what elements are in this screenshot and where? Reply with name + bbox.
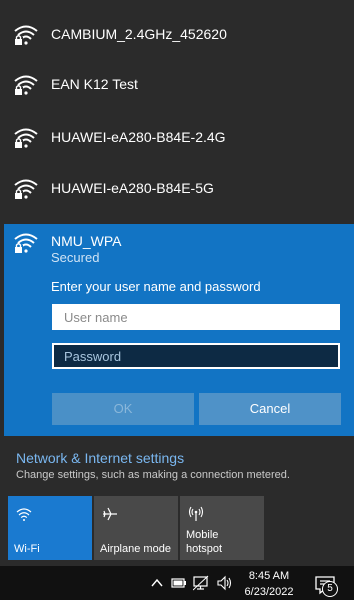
clock-time: 8:45 AM <box>248 570 290 582</box>
tile-label: Mobile hotspot <box>186 528 222 556</box>
wifi-secured-icon <box>14 25 38 45</box>
tile-label: Airplane mode <box>100 543 171 555</box>
wifi-secured-icon <box>14 128 38 148</box>
network-settings-description: Change settings, such as making a connec… <box>16 469 290 481</box>
taskbar: 8:45 AM 6/23/2022 <box>0 566 354 600</box>
network-item-cambium[interactable]: CAMBIUM_2.4GHz_452620 <box>0 12 354 58</box>
network-item-ean[interactable]: EAN K12 Test <box>0 62 354 108</box>
wifi-icon <box>16 508 32 521</box>
tile-label: Wi-Fi <box>14 543 40 555</box>
airplane-mode-tile[interactable]: Airplane mode <box>94 496 178 560</box>
network-item-huawei-24g[interactable]: HUAWEI-eA280-B84E-2.4G <box>0 115 354 161</box>
network-ssid: HUAWEI-eA280-B84E-5G <box>51 180 214 196</box>
clock-date: 6/23/2022 <box>244 586 294 598</box>
mobile-hotspot-tile[interactable]: Mobile hotspot <box>180 496 264 560</box>
network-security-status: Secured <box>51 250 100 265</box>
password-input[interactable] <box>52 343 340 369</box>
network-ssid: HUAWEI-eA280-B84E-2.4G <box>51 129 226 145</box>
notification-count-badge: 5 <box>322 581 338 597</box>
wifi-secured-icon <box>14 179 38 199</box>
tile-label-line-2: hotspot <box>186 543 223 555</box>
wifi-secured-icon <box>14 75 38 95</box>
ok-button[interactable]: OK <box>52 393 194 425</box>
network-icon[interactable] <box>193 575 209 591</box>
tile-label-line-1: Mobile <box>186 529 219 541</box>
cancel-button[interactable]: Cancel <box>199 393 341 425</box>
network-ssid: EAN K12 Test <box>51 76 138 92</box>
chevron-up-icon[interactable] <box>149 575 165 591</box>
battery-icon[interactable] <box>171 575 187 591</box>
credentials-prompt: Enter your user name and password <box>51 279 261 294</box>
wifi-toggle-tile[interactable]: Wi-Fi <box>8 496 92 560</box>
volume-icon[interactable] <box>216 575 232 591</box>
network-settings-link[interactable]: Network & Internet settings <box>16 450 290 466</box>
taskbar-clock[interactable]: 8:45 AM 6/23/2022 <box>241 568 297 600</box>
network-item-huawei-5g[interactable]: HUAWEI-eA280-B84E-5G <box>0 166 354 212</box>
username-input[interactable] <box>52 304 340 330</box>
network-ssid: CAMBIUM_2.4GHz_452620 <box>51 26 227 42</box>
network-settings-section: Network & Internet settings Change setti… <box>16 450 290 481</box>
network-item-nmu-wpa-expanded[interactable]: NMU_WPA Secured Enter your user name and… <box>4 224 354 436</box>
airplane-icon <box>103 507 117 521</box>
wifi-secured-icon <box>14 233 38 253</box>
hotspot-icon <box>188 506 204 521</box>
network-flyout: CAMBIUM_2.4GHz_452620 EAN K12 Test HUAWE… <box>0 0 354 566</box>
network-ssid: NMU_WPA <box>51 233 122 249</box>
